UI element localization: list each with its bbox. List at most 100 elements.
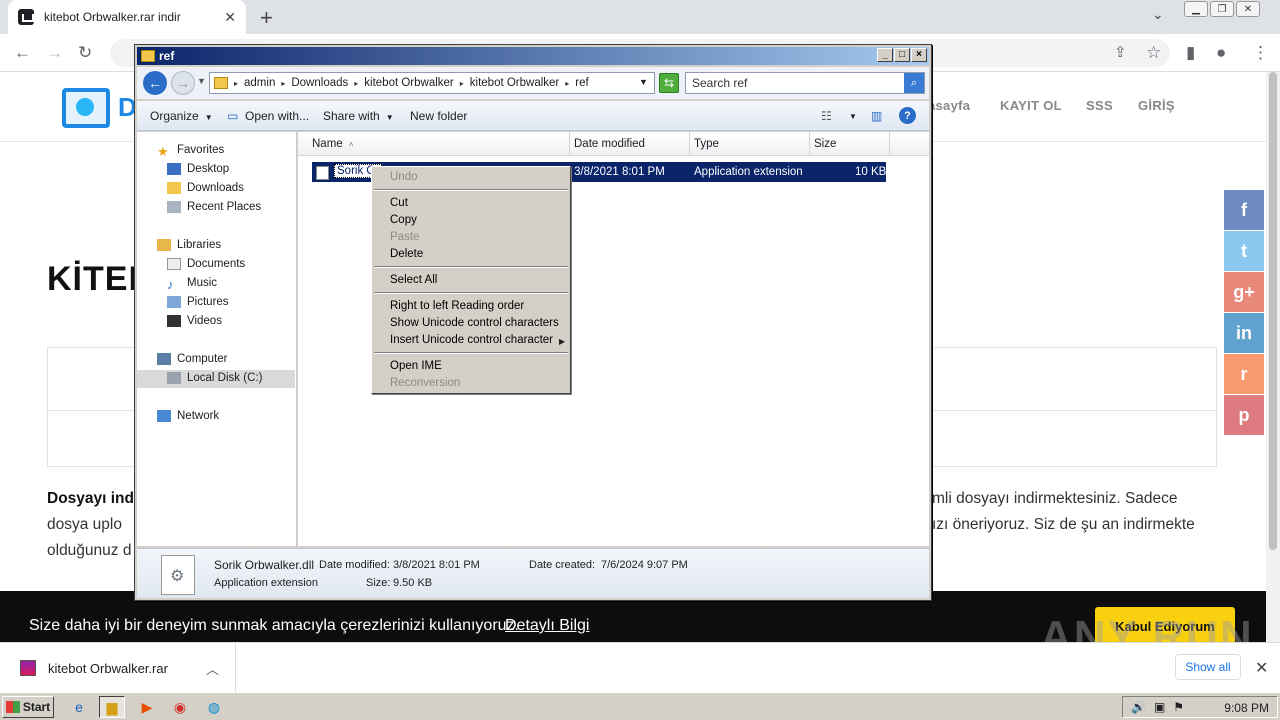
organize-button[interactable]: Organize ▼ xyxy=(150,109,213,123)
nav-music[interactable]: ♪ Music xyxy=(167,277,217,292)
breadcrumb-arrow-icon[interactable]: ▸ xyxy=(281,79,285,88)
menu-dots-icon[interactable]: ⋮ xyxy=(1252,43,1269,63)
nav-favorites[interactable]: ★ Favorites xyxy=(157,144,224,159)
breadcrumb[interactable]: ▸ admin ▸ Downloads ▸ kitebot Orbwalker … xyxy=(209,72,655,94)
back-arrow-icon[interactable]: ← xyxy=(143,71,167,95)
reload-icon[interactable]: ↻ xyxy=(78,43,92,63)
open-with-button[interactable]: Open with... xyxy=(245,109,309,123)
menu-item-open-ime[interactable]: Open IME xyxy=(390,360,442,372)
column-size[interactable]: Size xyxy=(810,132,890,156)
breadcrumb-downloads[interactable]: Downloads xyxy=(291,77,348,89)
menu-item-delete[interactable]: Delete xyxy=(390,248,423,260)
facebook-icon[interactable]: f xyxy=(1224,190,1264,230)
close-download-bar-icon[interactable]: ✕ xyxy=(1255,658,1268,678)
chrome-icon[interactable]: ◉ xyxy=(167,696,193,718)
start-button[interactable]: Start xyxy=(2,696,54,718)
nav-pictures[interactable]: Pictures xyxy=(167,296,229,308)
breadcrumb-arrow-icon[interactable]: ▸ xyxy=(354,79,358,88)
refresh-icon[interactable]: ⇆ xyxy=(659,73,679,93)
preview-pane-icon[interactable]: ▥ xyxy=(871,109,882,123)
search-input[interactable]: Search ref ⌕ xyxy=(685,72,925,94)
column-name[interactable]: Name ˄ xyxy=(298,132,570,156)
nav-documents[interactable]: Documents xyxy=(167,258,245,270)
breadcrumb-kitebot-2[interactable]: kitebot Orbwalker xyxy=(470,77,559,89)
menu-item-select-all[interactable]: Select All xyxy=(390,274,437,286)
restore-icon[interactable]: ❐ xyxy=(1210,1,1234,17)
nav-computer[interactable]: Computer xyxy=(157,353,228,365)
linkedin-icon[interactable]: in xyxy=(1224,313,1264,353)
tab-search-chevron-icon[interactable]: ⌄ xyxy=(1152,6,1164,23)
view-chevron-down-icon[interactable]: ▼ xyxy=(849,112,857,121)
show-all-button[interactable]: Show all xyxy=(1175,654,1241,680)
pinterest-icon[interactable]: p xyxy=(1224,395,1264,435)
nav-recent-places[interactable]: Recent Places xyxy=(167,201,261,213)
explorer-taskbar-icon[interactable]: ▆ xyxy=(99,696,125,718)
menu-item-undo[interactable]: Undo xyxy=(390,171,418,183)
menu-item-copy[interactable]: Copy xyxy=(390,214,417,226)
menu-item-rtl[interactable]: Right to left Reading order xyxy=(390,300,524,312)
menu-item-insert-unicode[interactable]: Insert Unicode control character xyxy=(390,334,553,346)
nav-login[interactable]: GİRİŞ xyxy=(1138,98,1175,113)
share-with-button[interactable]: Share with ▼ xyxy=(323,109,394,123)
close-icon[interactable]: ✕ xyxy=(1236,1,1260,17)
nav-network[interactable]: Network xyxy=(157,410,219,422)
minimize-icon[interactable]: _ xyxy=(877,48,893,62)
nav-videos[interactable]: Videos xyxy=(167,315,222,327)
minimize-icon[interactable]: ▁ xyxy=(1184,1,1208,17)
breadcrumb-arrow-icon[interactable]: ▸ xyxy=(460,79,464,88)
network-icon[interactable]: ▣ xyxy=(1154,700,1165,714)
ie-icon[interactable]: e xyxy=(66,696,92,718)
search-icon[interactable]: ⌕ xyxy=(904,73,924,93)
address-dropdown-icon[interactable]: ▼ xyxy=(639,77,648,87)
site-logo-icon[interactable] xyxy=(62,88,110,128)
page-scrollbar[interactable] xyxy=(1266,72,1280,642)
bookmark-star-icon[interactable]: ☆ xyxy=(1146,43,1161,63)
download-item[interactable]: kitebot Orbwalker.rar ︿ xyxy=(0,643,236,693)
cookie-details-link[interactable]: Detaylı Bilgi xyxy=(505,617,589,635)
recent-pages-chevron-icon[interactable]: ▼ xyxy=(197,76,206,86)
menu-item-cut[interactable]: Cut xyxy=(390,197,408,209)
forward-arrow-icon[interactable]: → xyxy=(171,71,195,95)
view-options-icon[interactable]: ☷ xyxy=(821,109,832,123)
menu-item-paste[interactable]: Paste xyxy=(390,231,419,243)
close-icon[interactable]: × xyxy=(911,48,927,62)
forward-arrow-icon[interactable]: → xyxy=(46,43,63,63)
volume-icon[interactable]: 🔊 xyxy=(1131,700,1146,714)
browser-tab[interactable]: kitebot Orbwalker.rar indir ✕ xyxy=(8,0,246,34)
nav-desktop[interactable]: Desktop xyxy=(167,163,229,175)
breadcrumb-admin[interactable]: admin xyxy=(244,77,275,89)
menu-item-reconversion[interactable]: Reconversion xyxy=(390,377,460,389)
scrollbar-thumb[interactable] xyxy=(1269,72,1277,550)
breadcrumb-ref[interactable]: ref xyxy=(575,77,588,89)
nav-downloads[interactable]: Downloads xyxy=(167,182,244,194)
twitter-icon[interactable]: t xyxy=(1224,231,1264,271)
nav-libraries[interactable]: Libraries xyxy=(157,239,221,251)
back-arrow-icon[interactable]: ← xyxy=(14,43,31,63)
profile-avatar-icon[interactable]: ● xyxy=(1216,43,1226,63)
breadcrumb-arrow-icon[interactable]: ▸ xyxy=(565,79,569,88)
chevron-up-icon[interactable]: ︿ xyxy=(206,659,219,678)
window-titlebar[interactable]: ref _ □ × xyxy=(137,47,929,65)
tab-close-icon[interactable]: ✕ xyxy=(224,9,236,26)
reddit-icon[interactable]: r xyxy=(1224,354,1264,394)
new-tab-button[interactable]: + xyxy=(260,5,273,31)
nav-local-disk[interactable]: Local Disk (C:) xyxy=(167,372,262,384)
clock[interactable]: 9:08 PM xyxy=(1224,701,1269,715)
breadcrumb-arrow-icon[interactable]: ▸ xyxy=(234,79,238,88)
nav-home[interactable]: asayfa xyxy=(928,98,970,113)
column-type[interactable]: Type xyxy=(690,132,810,156)
share-icon[interactable]: ⇪ xyxy=(1114,43,1127,61)
help-icon[interactable]: ? xyxy=(899,107,916,124)
edge-icon[interactable]: ◍ xyxy=(201,696,227,718)
new-folder-button[interactable]: New folder xyxy=(410,109,467,123)
media-player-icon[interactable]: ▶ xyxy=(134,696,160,718)
google-plus-icon[interactable]: g+ xyxy=(1224,272,1264,312)
action-center-flag-icon[interactable]: ⚑ xyxy=(1173,700,1184,714)
maximize-icon[interactable]: □ xyxy=(894,48,910,62)
column-date-modified[interactable]: Date modified xyxy=(570,132,690,156)
side-panel-icon[interactable]: ▮ xyxy=(1186,43,1195,63)
breadcrumb-kitebot-1[interactable]: kitebot Orbwalker xyxy=(364,77,453,89)
menu-item-show-unicode[interactable]: Show Unicode control characters xyxy=(390,317,559,329)
nav-register[interactable]: KAYIT OL xyxy=(1000,98,1062,113)
nav-faq[interactable]: SSS xyxy=(1086,98,1113,113)
